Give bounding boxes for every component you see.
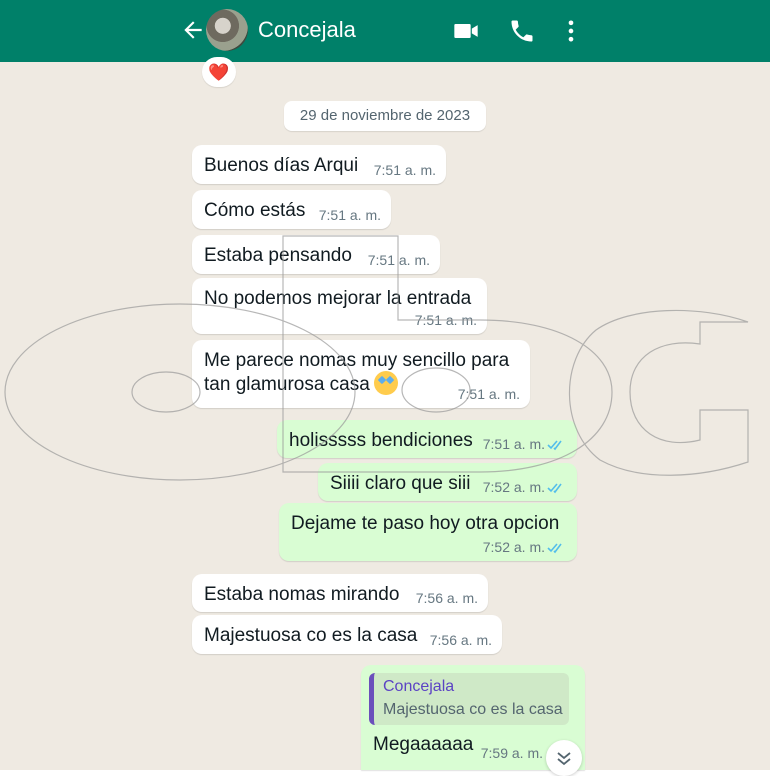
read-ticks-icon (547, 440, 562, 451)
message-text: Siiii claro que siii (330, 473, 471, 494)
message-text: Majestuosa co es la casa (204, 625, 418, 646)
quoted-author: Concejala (383, 678, 455, 695)
message-time: 7:52 a. m. (482, 539, 545, 555)
message-text: holisssss bendiciones (289, 430, 473, 451)
more-options-icon[interactable] (557, 17, 585, 45)
incoming-message[interactable]: Majestuosa co es la casa 7:56 a. m. (192, 615, 502, 654)
chat-header: Concejala (0, 0, 770, 62)
message-text: Cómo estás (204, 200, 306, 221)
message-time: 7:51 a. m. (414, 312, 477, 328)
incoming-message[interactable]: Cómo estás 7:51 a. m. (192, 190, 391, 229)
incoming-message[interactable]: Estaba pensando 7:51 a. m. (192, 235, 440, 274)
star-struck-emoji-icon (373, 371, 398, 395)
message-time: 7:52 a. m. (482, 479, 545, 495)
read-ticks-icon (547, 543, 562, 554)
message-time: 7:56 a. m. (429, 632, 492, 648)
message-text: Estaba pensando (204, 245, 352, 266)
date-separator: 29 de noviembre de 2023 (284, 101, 486, 131)
message-time: 7:51 a. m. (373, 162, 436, 178)
message-text: Dejame te paso hoy otra opcion (291, 513, 560, 534)
quoted-text: Majestuosa co es la casa (383, 701, 563, 718)
message-time: 7:51 a. m. (457, 386, 520, 402)
incoming-message[interactable]: No podemos mejorar la entrada 7:51 a. m. (192, 278, 487, 334)
voice-call-icon[interactable] (508, 17, 536, 45)
incoming-message[interactable]: Buenos días Arqui 7:51 a. m. (192, 145, 446, 184)
message-time: 7:51 a. m. (367, 252, 430, 268)
message-time: 7:56 a. m. (415, 590, 478, 606)
scroll-to-bottom-button[interactable] (546, 740, 582, 776)
contact-name[interactable]: Concejala (258, 17, 356, 43)
message-text: Buenos días Arqui (204, 155, 359, 176)
message-text-line2: tan glamurosa casa (204, 371, 398, 399)
right-margin (596, 62, 770, 770)
reaction-badge[interactable]: ❤️ (202, 57, 236, 87)
contact-avatar[interactable] (206, 9, 248, 51)
left-margin (0, 62, 174, 770)
outgoing-message[interactable]: Dejame te paso hoy otra opcion 7:52 a. m… (279, 503, 577, 561)
message-time: 7:59 a. m. (480, 745, 543, 761)
back-arrow-icon[interactable] (180, 17, 206, 43)
message-text: Megaaaaaa (373, 734, 474, 755)
message-text: Estaba nomas mirando (204, 584, 400, 605)
double-chevron-down-icon (557, 752, 571, 766)
quoted-message[interactable]: Concejala Majestuosa co es la casa (369, 673, 569, 725)
incoming-message[interactable]: Me parece nomas muy sencillo para tan gl… (192, 340, 530, 408)
outgoing-message[interactable]: Siiii claro que siii 7:52 a. m. (318, 463, 577, 501)
outgoing-message[interactable]: holisssss bendiciones 7:51 a. m. (277, 420, 577, 458)
message-text: No podemos mejorar la entrada (204, 288, 472, 309)
read-ticks-icon (547, 483, 562, 494)
video-call-icon[interactable] (452, 17, 480, 45)
message-time: 7:51 a. m. (482, 436, 545, 452)
incoming-message[interactable]: Estaba nomas mirando 7:56 a. m. (192, 574, 488, 612)
message-time: 7:51 a. m. (318, 207, 381, 223)
